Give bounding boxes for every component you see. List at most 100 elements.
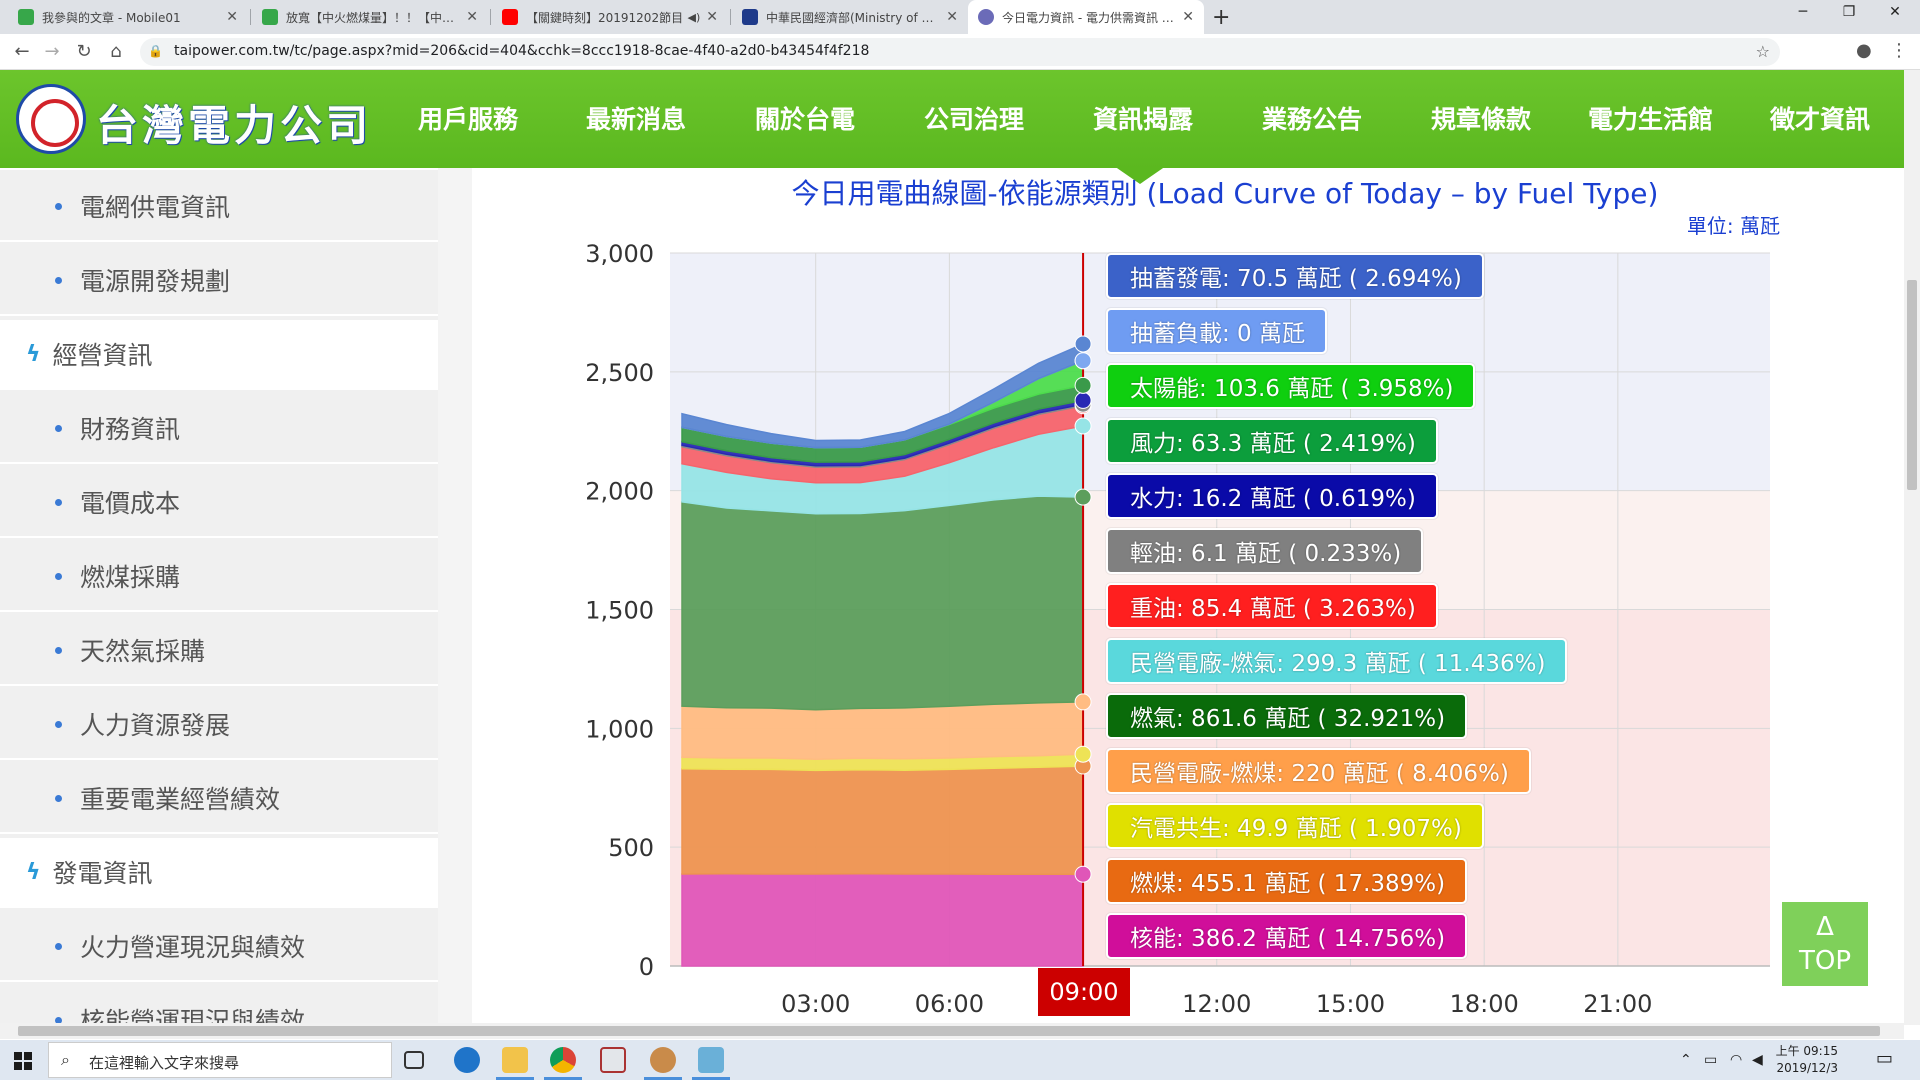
vertical-scrollbar[interactable] xyxy=(1904,70,1920,1025)
forward-icon[interactable]: → xyxy=(40,41,64,62)
nav-item-announcements[interactable]: 業務公告 xyxy=(1262,100,1362,136)
task-view-icon[interactable] xyxy=(404,1051,424,1069)
lock-icon[interactable]: 🔒 xyxy=(148,44,163,58)
nav-item-life[interactable]: 電力生活館 xyxy=(1588,100,1713,136)
notification-icon[interactable]: ▭ xyxy=(1876,1048,1893,1069)
sidebar-item-label: 核能營運現況與績效 xyxy=(80,1007,306,1023)
menu-icon[interactable]: ⋮ xyxy=(1890,40,1908,61)
file-explorer-icon[interactable] xyxy=(496,1047,534,1080)
close-icon[interactable]: ✕ xyxy=(226,9,238,25)
reload-icon[interactable]: ↻ xyxy=(72,41,96,62)
bullet-icon xyxy=(55,424,62,432)
sidebar-item-tariff-cost[interactable]: 電價成本 xyxy=(0,468,438,538)
browser-tab[interactable]: 中華民國經濟部(Ministry of Econ ✕ xyxy=(732,0,968,34)
nav-item-governance[interactable]: 公司治理 xyxy=(924,100,1024,136)
taipower-logo[interactable] xyxy=(16,84,86,154)
close-icon[interactable]: ✕ xyxy=(946,9,958,25)
minimize-icon[interactable]: ─ xyxy=(1780,4,1826,20)
chart-unit-label: 單位: 萬瓩 xyxy=(1686,214,1780,238)
wifi-icon[interactable]: ◠ xyxy=(1730,1052,1742,1068)
scroll-thumb[interactable] xyxy=(18,1026,1880,1036)
new-tab-button[interactable]: + xyxy=(1212,5,1230,30)
sidebar-category-generation[interactable]: ϟ 發電資訊 xyxy=(0,838,438,908)
tab-title: 我參與的文章 - Mobile01 xyxy=(42,10,181,25)
sidebar-item-thermal-ops[interactable]: 火力營運現況與績效 xyxy=(0,912,438,982)
app-icon[interactable] xyxy=(692,1047,730,1080)
horizontal-scrollbar[interactable] xyxy=(0,1023,1904,1039)
tooltip-燃氣: 燃氣: 861.6 萬瓩 ( 32.921%) xyxy=(1106,693,1468,739)
nav-item-regulations[interactable]: 規章條款 xyxy=(1431,100,1531,136)
chart-title: 今日用電曲線圖-依能源類別 (Load Curve of Today – by … xyxy=(791,177,1659,210)
snipping-icon[interactable] xyxy=(600,1047,626,1073)
marker-汽電共生 xyxy=(1074,745,1092,763)
clock-time: 上午 09:15 xyxy=(1775,1044,1838,1058)
bullet-icon xyxy=(55,794,62,802)
windows-start-icon[interactable] xyxy=(14,1052,32,1070)
nav-item-disclosure[interactable]: 資訊揭露 xyxy=(1093,100,1193,136)
close-icon[interactable]: ✕ xyxy=(706,9,718,25)
nav-item-news[interactable]: 最新消息 xyxy=(586,100,686,136)
sidebar-item-coal-procurement[interactable]: 燃煤採購 xyxy=(0,542,438,612)
sidebar-item-finance[interactable]: 財務資訊 xyxy=(0,394,438,464)
nav-item-about[interactable]: 關於台電 xyxy=(755,100,855,136)
search-placeholder: 在這裡輸入文字來搜尋 xyxy=(89,1054,240,1072)
chrome-icon[interactable] xyxy=(544,1047,582,1080)
tooltip-抽蓄發電: 抽蓄發電: 70.5 萬瓩 ( 2.694%) xyxy=(1106,253,1484,299)
browser-tab-active[interactable]: 今日電力資訊 - 電力供需資訊 - 台 ✕ xyxy=(968,0,1204,34)
scroll-thumb[interactable] xyxy=(1907,280,1917,490)
edge-icon[interactable] xyxy=(454,1047,480,1073)
nav-item-user-service[interactable]: 用戶服務 xyxy=(418,100,518,136)
sidebar-category-operations[interactable]: ϟ 經營資訊 xyxy=(0,320,438,390)
close-icon[interactable]: ✕ xyxy=(1182,9,1194,25)
marker-抽蓄負載 xyxy=(1074,352,1092,370)
sidebar-item-performance[interactable]: 重要電業經營績效 xyxy=(0,764,438,834)
browser-toolbar: ← → ↻ ⌂ 🔒 taipower.com.tw/tc/page.aspx?m… xyxy=(0,34,1920,70)
x-tick-label: 15:00 xyxy=(1316,990,1385,1018)
sidebar-item-power-planning[interactable]: 電源開發規劃 xyxy=(0,246,438,316)
volume-icon[interactable]: ◀ xyxy=(1752,1052,1763,1068)
tray-chevron-icon[interactable]: ⌃ xyxy=(1680,1052,1692,1068)
battery-icon[interactable]: ▭ xyxy=(1704,1052,1717,1068)
app-icon[interactable] xyxy=(644,1047,682,1080)
sidebar-item-gas-procurement[interactable]: 天然氣採購 xyxy=(0,616,438,686)
browser-tab[interactable]: 我參與的文章 - Mobile01 ✕ xyxy=(8,0,248,34)
load-curve-chart[interactable]: 0 500 1,000 1,500 2,000 2,500 3,000 03:00 06:00 1… xyxy=(570,236,1790,1026)
bookmark-star-icon[interactable]: ☆ xyxy=(1756,42,1770,61)
sidebar-item-label: 人力資源發展 xyxy=(80,711,231,740)
sidebar: 電網供電資訊 電源開發規劃 ϟ 經營資訊 財務資訊 電價成本 燃煤採購 天然氣採… xyxy=(0,168,438,1023)
home-icon[interactable]: ⌂ xyxy=(104,41,128,62)
address-bar[interactable]: 🔒 taipower.com.tw/tc/page.aspx?mid=206&c… xyxy=(140,38,1780,66)
lightning-icon: ϟ xyxy=(26,341,41,367)
bullet-icon xyxy=(55,572,62,580)
taskbar-clock[interactable]: 上午 09:15 2019/12/3 xyxy=(1768,1043,1838,1077)
taskbar-search-input[interactable]: ⌕ 在這裡輸入文字來搜尋 xyxy=(48,1042,392,1078)
browser-tab[interactable]: 【關鍵時刻】20191202節目 ◀) ✕ xyxy=(492,0,728,34)
profile-icon[interactable]: ● xyxy=(1856,40,1872,61)
x-tick-label: 06:00 xyxy=(915,990,984,1018)
marker-核能 xyxy=(1074,865,1092,883)
y-tick-label: 2,000 xyxy=(585,478,654,506)
sidebar-item-nuclear-ops[interactable]: 核能營運現況與績效 xyxy=(0,986,438,1023)
bullet-icon xyxy=(55,646,62,654)
restore-icon[interactable]: ❐ xyxy=(1826,4,1872,20)
nav-item-careers[interactable]: 徵才資訊 xyxy=(1770,100,1870,136)
sidebar-item-label: 電網供電資訊 xyxy=(80,193,231,222)
y-tick-label: 1,500 xyxy=(585,597,654,625)
marker-民營電廠-燃煤 xyxy=(1074,693,1092,711)
sidebar-item-hr[interactable]: 人力資源發展 xyxy=(0,690,438,760)
speaker-icon[interactable]: ◀) xyxy=(688,11,701,24)
youtube-favicon-icon xyxy=(502,9,518,25)
close-icon[interactable]: ✕ xyxy=(466,9,478,25)
sidebar-item-label: 重要電業經營績效 xyxy=(80,785,281,814)
browser-tab[interactable]: 放寬【中火燃煤量】！！【中彰】 ✕ xyxy=(252,0,488,34)
y-tick-label: 1,000 xyxy=(585,715,654,743)
close-window-icon[interactable]: ✕ xyxy=(1872,4,1918,20)
sidebar-item-grid-supply[interactable]: 電網供電資訊 xyxy=(0,172,438,242)
up-arrow-icon: Δ xyxy=(1816,912,1834,942)
marker-燃氣 xyxy=(1074,488,1092,506)
back-icon[interactable]: ← xyxy=(10,41,34,62)
back-to-top-button[interactable]: Δ TOP xyxy=(1782,902,1868,986)
url-text[interactable]: taipower.com.tw/tc/page.aspx?mid=206&cid… xyxy=(174,43,869,59)
windows-taskbar: ⌕ 在這裡輸入文字來搜尋 ⌃ ▭ ◠ ◀ 上午 09:15 2019/12/3 … xyxy=(0,1040,1920,1080)
site-logo-text[interactable]: 台灣電力公司 xyxy=(96,92,372,153)
